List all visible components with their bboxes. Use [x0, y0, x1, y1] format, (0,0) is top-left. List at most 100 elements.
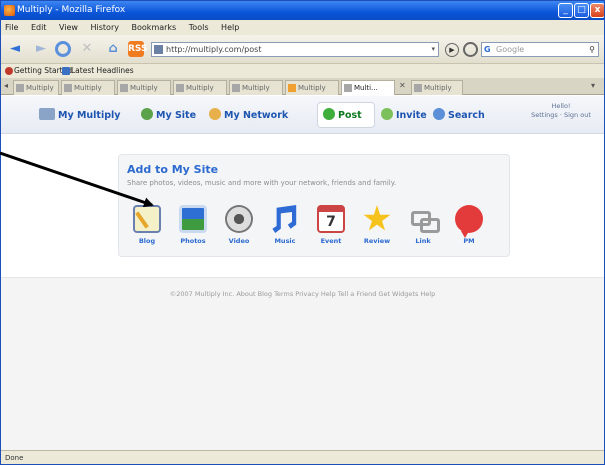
bookmark-icon	[5, 67, 13, 75]
search-engine-icon[interactable]: G	[484, 43, 491, 56]
bookmark-latest-headlines[interactable]: Latest Headlines	[61, 64, 134, 78]
status-text: Done	[5, 454, 24, 462]
nav-my-network[interactable]: My Network	[209, 108, 288, 121]
rss-icon[interactable]: RSS	[128, 41, 148, 57]
reload-icon[interactable]	[55, 41, 71, 57]
title-bar: Multiply - Mozilla Firefox _ □ x	[1, 1, 604, 20]
icon-label: Event	[320, 237, 342, 245]
star-icon	[363, 205, 391, 231]
url-bar[interactable]: http://multiply.com/post ▾	[151, 42, 439, 57]
stop-button[interactable]: ✕	[77, 39, 97, 59]
add-link-button[interactable]: Link	[405, 205, 441, 245]
tab-scroll-left-icon[interactable]: ◂	[4, 81, 8, 90]
tab-bar: ◂ Multiply Multiply Multiply Multiply Mu…	[1, 78, 604, 95]
menu-bookmarks[interactable]: Bookmarks	[132, 23, 177, 32]
photos-icon	[179, 205, 207, 233]
forward-button[interactable]: ►	[31, 39, 51, 59]
icon-label: Video	[228, 237, 250, 245]
speech-bubble-icon	[455, 205, 483, 238]
user-links[interactable]: Settings · Sign out	[523, 111, 599, 120]
nav-label: My Site	[156, 110, 197, 121]
icon-label: Music	[274, 237, 296, 245]
url-dropdown-icon[interactable]: ▾	[431, 43, 435, 56]
go-button[interactable]: ▶	[445, 43, 459, 57]
user-greeting: Hello!	[551, 102, 571, 110]
menu-view[interactable]: View	[59, 23, 78, 32]
minimize-button[interactable]: _	[558, 3, 573, 18]
url-text: http://multiply.com/post	[166, 45, 262, 54]
add-blog-button[interactable]: Blog	[129, 205, 165, 245]
site-navigation: My Multiply My Site My Network Post Invi…	[1, 96, 604, 134]
invite-icon	[381, 108, 393, 120]
browser-window: Multiply - Mozilla Firefox _ □ x File Ed…	[0, 0, 605, 465]
magnifier-icon	[433, 108, 445, 120]
firefox-app-icon	[4, 5, 15, 16]
add-pm-button[interactable]: PM	[451, 205, 487, 245]
nav-my-site[interactable]: My Site	[141, 108, 196, 121]
menu-tools[interactable]: Tools	[189, 23, 209, 32]
nav-search[interactable]: Search	[433, 108, 485, 121]
tab[interactable]: Multiply	[13, 80, 59, 95]
tab-close-icon[interactable]: ✕	[399, 81, 406, 90]
home-button[interactable]: ⌂	[103, 39, 123, 59]
user-box: Hello! Settings · Sign out	[523, 102, 599, 120]
add-music-button[interactable]: Music	[267, 205, 303, 245]
menu-history[interactable]: History	[91, 23, 119, 32]
multiply-logo-icon	[39, 108, 55, 120]
add-review-button[interactable]: Review	[359, 205, 395, 245]
nav-my-multiply[interactable]: My Multiply	[39, 108, 120, 121]
bookmark-label: Latest Headlines	[71, 66, 134, 75]
nav-label: Post	[338, 110, 362, 121]
window-title: Multiply - Mozilla Firefox	[17, 5, 126, 15]
add-photos-button[interactable]: Photos	[175, 205, 211, 245]
search-icon[interactable]: ⚲	[589, 43, 595, 56]
tab[interactable]: Multiply	[61, 80, 115, 95]
nav-label: Search	[448, 110, 485, 121]
blog-icon	[133, 205, 161, 233]
tab-label: Multiply	[130, 84, 158, 92]
tab[interactable]: Multiply	[285, 80, 339, 95]
close-button[interactable]: x	[590, 3, 604, 18]
calendar-icon: 7	[317, 205, 345, 233]
tab[interactable]: Multiply	[229, 80, 283, 95]
panel-description: Share photos, videos, music and more wit…	[127, 179, 397, 187]
footer-links[interactable]: ©2007 Multiply Inc. About Blog Terms Pri…	[1, 290, 604, 298]
firefox-throbber-icon	[463, 42, 478, 57]
menu-bar: File Edit View History Bookmarks Tools H…	[1, 20, 604, 35]
house-icon	[141, 108, 153, 120]
icon-label: Review	[363, 237, 391, 245]
icon-label: Blog	[138, 237, 156, 245]
music-icon	[272, 205, 297, 233]
tab-label: Multi...	[354, 84, 378, 92]
tab[interactable]: Multiply	[411, 80, 463, 95]
feed-icon	[62, 67, 70, 75]
tab-label: Multiply	[74, 84, 102, 92]
tab-label: Multiply	[424, 84, 452, 92]
navigation-toolbar: ◄ ► ✕ ⌂ RSS http://multiply.com/post ▾ ▶…	[1, 35, 604, 64]
tab[interactable]: Multiply	[173, 80, 227, 95]
nav-label: My Network	[224, 110, 289, 121]
nav-invite[interactable]: Invite	[381, 108, 427, 121]
menu-file[interactable]: File	[5, 23, 18, 32]
add-video-button[interactable]: Video	[221, 205, 257, 245]
tab-active[interactable]: Multi...	[341, 80, 395, 95]
plus-icon	[323, 108, 335, 120]
footer: ©2007 Multiply Inc. About Blog Terms Pri…	[1, 277, 604, 450]
icon-label: Link	[415, 237, 431, 245]
tab-list-icon[interactable]: ▾	[591, 81, 595, 90]
maximize-button[interactable]: □	[574, 3, 589, 18]
nav-label: My Multiply	[58, 110, 121, 121]
menu-help[interactable]: Help	[221, 23, 239, 32]
people-icon	[209, 108, 221, 120]
icon-label: Photos	[180, 237, 206, 245]
page-content: My Multiply My Site My Network Post Invi…	[1, 96, 604, 450]
add-event-button[interactable]: 7 Event	[313, 205, 349, 245]
video-icon	[225, 205, 253, 233]
panel-title: Add to My Site	[127, 163, 219, 176]
tab[interactable]: Multiply	[117, 80, 171, 95]
search-input[interactable]: G Google ⚲	[481, 42, 599, 57]
back-button[interactable]: ◄	[5, 39, 25, 59]
nav-post[interactable]: Post	[323, 108, 362, 121]
site-favicon	[154, 45, 163, 54]
menu-edit[interactable]: Edit	[31, 23, 47, 32]
